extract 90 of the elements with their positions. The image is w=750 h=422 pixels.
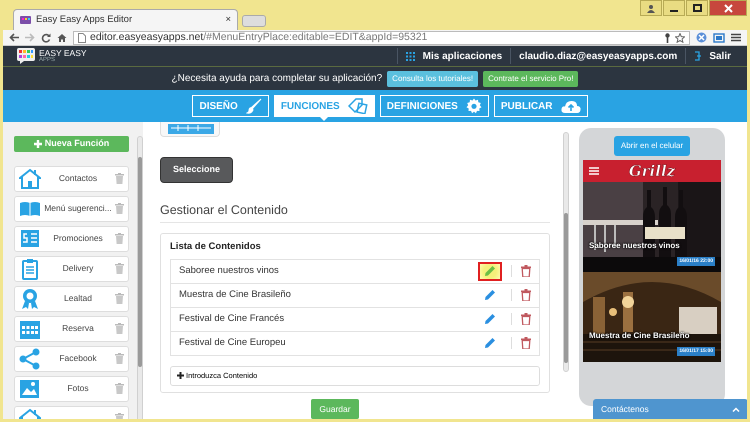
card-title: Muestra de Cine Brasileño (589, 330, 690, 342)
function-label: Promociones (52, 232, 104, 245)
function-label: Fotos (66, 382, 90, 395)
trash-icon[interactable] (521, 289, 531, 301)
minimize-button[interactable] (663, 0, 685, 16)
trash-icon[interactable] (115, 323, 124, 334)
key-icon[interactable] (664, 32, 671, 42)
function-item[interactable]: Promociones (14, 226, 129, 252)
image-icon (19, 378, 41, 400)
scrollbar[interactable] (137, 136, 143, 419)
function-label: Menú sugerenci... (43, 202, 113, 215)
brand-logo: Grillz (628, 160, 676, 182)
pencil-icon (484, 313, 496, 325)
logout-link[interactable]: Salir (685, 48, 739, 64)
pencil-icon (484, 289, 496, 301)
trash-icon[interactable] (521, 265, 531, 277)
close-button[interactable] (709, 0, 747, 16)
cloud-upload-icon (560, 98, 581, 114)
edit-button[interactable] (478, 262, 502, 280)
reload-icon[interactable] (41, 32, 51, 42)
trash-icon[interactable] (115, 353, 124, 364)
section-heading: Gestionar el Contenido (160, 200, 550, 224)
tab-close-button[interactable]: × (225, 12, 231, 28)
apps-link[interactable]: Mis aplicaciones (396, 48, 510, 64)
user-icon[interactable] (640, 0, 662, 16)
scrollbar-thumb[interactable] (138, 157, 142, 367)
browser-tab[interactable]: Easy Easy Apps Editor × (13, 9, 238, 30)
url-host: editor.easyeasyapps.net (90, 30, 204, 43)
extension-icon[interactable] (696, 32, 707, 43)
trash-icon[interactable] (521, 337, 531, 349)
house-icon (19, 168, 41, 190)
clipboard-icon (19, 258, 41, 280)
function-item[interactable]: Reserva (14, 316, 129, 342)
app-favicon-icon (20, 14, 31, 26)
logout-icon (694, 51, 702, 61)
pencil-icon (484, 337, 496, 349)
page-icon (78, 32, 86, 42)
plus-icon (177, 372, 184, 379)
back-icon[interactable] (9, 33, 19, 42)
user-email-link[interactable]: claudio.diaz@easyeasyapps.com (510, 48, 686, 64)
address-bar[interactable]: editor.easyeasyapps.net/#MenuEntryPlace:editable=EDIT&appId=95321 (73, 30, 690, 44)
content-title: Festival de Cine Europeu (179, 336, 287, 350)
function-item[interactable]: Lealtad (14, 286, 129, 312)
function-label: Reserva (61, 322, 95, 335)
function-item[interactable]: Menú sugerenci... (14, 196, 129, 222)
home-icon[interactable] (57, 32, 67, 42)
menu-icon[interactable] (731, 33, 741, 42)
grid-icon (406, 52, 415, 60)
content-title: Festival de Cine Francés (179, 312, 286, 326)
price-list-icon (19, 228, 41, 250)
trash-icon[interactable] (115, 173, 124, 184)
gear-icon (466, 98, 482, 114)
cast-icon[interactable] (713, 32, 725, 42)
maximize-icon (692, 4, 702, 12)
function-label: Facebook (58, 352, 98, 365)
brush-icon (246, 98, 262, 114)
chevron-up-icon (732, 406, 740, 412)
help-text: ¿Necesita ayuda para completar su aplicación? (172, 72, 382, 86)
pencil-icon (484, 265, 496, 277)
logo-icon (17, 48, 35, 64)
content-title: Saboree nuestros vinos (179, 264, 280, 278)
tags-icon (348, 98, 368, 114)
function-label: Lealtad (63, 292, 93, 305)
close-icon (724, 4, 732, 12)
url-path: /#MenuEntryPlace:editable=EDIT&appId=95321 (203, 30, 428, 43)
function-item[interactable]: Contactos (14, 166, 129, 192)
scrollbar[interactable] (563, 132, 569, 372)
trash-icon[interactable] (115, 233, 124, 244)
maximize-button[interactable] (686, 0, 708, 16)
trash-icon[interactable] (115, 203, 124, 214)
award-ribbon-icon (19, 288, 41, 310)
share-icon (19, 348, 41, 370)
panel-title: Lista de Contenidos (170, 240, 262, 254)
trash-icon[interactable] (521, 313, 531, 325)
forward-icon[interactable] (25, 33, 35, 42)
select-button[interactable]: Seleccione (160, 157, 234, 182)
logo-text: EASY EASY (39, 48, 87, 58)
trash-icon[interactable] (115, 263, 124, 274)
content-title: Muestra de Cine Brasileño (179, 288, 292, 302)
function-label: Contactos (58, 172, 98, 185)
function-label: Delivery (62, 262, 94, 275)
tab-title: Easy Easy Apps Editor (36, 12, 134, 27)
trash-icon[interactable] (115, 293, 124, 304)
function-item[interactable]: Delivery (14, 256, 129, 282)
star-icon[interactable] (675, 32, 685, 42)
trash-icon[interactable] (115, 383, 124, 394)
function-item[interactable]: Fotos (14, 376, 129, 402)
scrollbar-thumb[interactable] (564, 213, 568, 363)
plus-icon (34, 140, 42, 148)
function-item[interactable]: Facebook (14, 346, 129, 372)
